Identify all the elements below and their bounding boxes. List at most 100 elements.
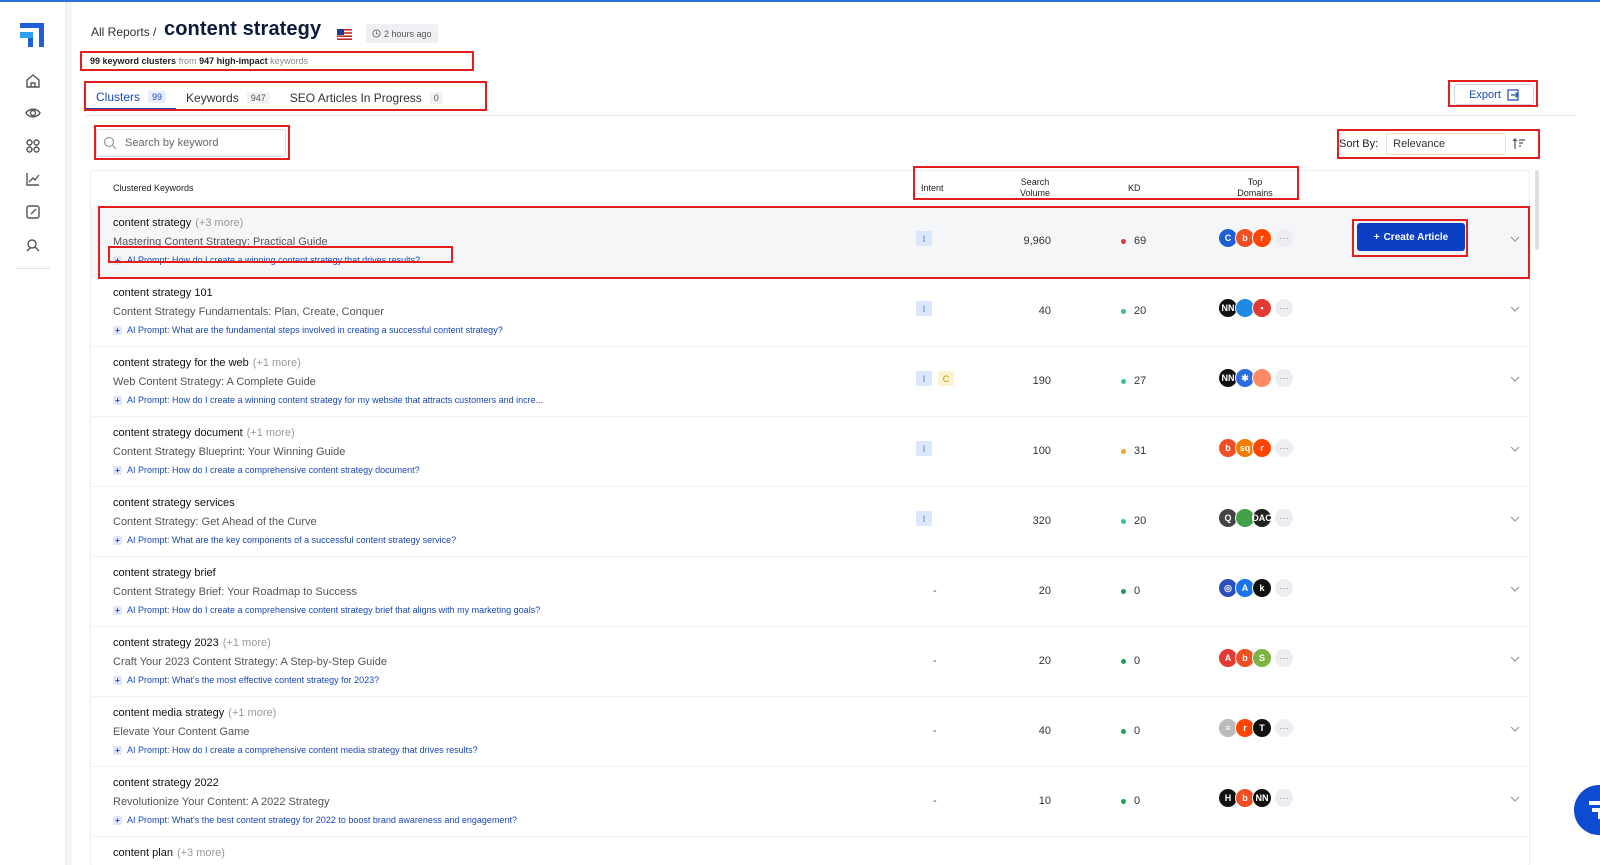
cluster-keyword[interactable]: content strategy 2023 (+1 more) [113, 637, 271, 649]
col-kd[interactable]: KD [1128, 183, 1141, 194]
cluster-keyword[interactable]: content strategy services [113, 497, 239, 509]
cluster-keyword[interactable]: content strategy 101 [113, 287, 217, 299]
table-row[interactable]: content media strategy (+1 more) Elevate Y… [91, 697, 1529, 767]
ai-prompt[interactable]: + AI Prompt: How do I create a comprehens… [113, 465, 420, 475]
sort-order-icon[interactable] [1512, 137, 1526, 151]
grid-icon[interactable] [24, 137, 42, 155]
plus-icon: + [113, 395, 122, 405]
domain-icon[interactable]: DAC [1252, 508, 1272, 528]
cluster-keyword[interactable]: content strategy document (+1 more) [113, 427, 295, 439]
kd-dot [1121, 518, 1126, 524]
expand-chevron-icon[interactable] [1509, 652, 1521, 664]
ai-prompt-text: AI Prompt: How do I create a winning con… [127, 255, 421, 265]
chart-icon[interactable] [24, 170, 42, 188]
more-domains-button[interactable]: ··· [1275, 789, 1293, 807]
tab-keywords[interactable]: Keywords 947 [176, 84, 280, 110]
col-top-domains-line1: Top [1247, 177, 1263, 187]
expand-chevron-icon[interactable] [1509, 792, 1521, 804]
cluster-keyword[interactable]: content strategy for the web (+1 more) [113, 357, 301, 369]
table-row[interactable]: content strategy services Content Strateg… [91, 487, 1529, 557]
col-top-domains[interactable]: Top Domains [1233, 177, 1277, 199]
intent-badges: I [916, 511, 932, 526]
plus-icon: + [113, 465, 122, 475]
ai-prompt[interactable]: + AI Prompt: What are the fundamental ste… [113, 325, 503, 335]
keyword-text: content strategy 2023 [113, 637, 219, 649]
table-row[interactable]: content strategy brief Content Strategy B… [91, 557, 1529, 627]
breadcrumb-link[interactable]: All Reports / [91, 25, 156, 39]
app-logo[interactable] [20, 23, 44, 47]
keyword-difficulty: 69 [1121, 235, 1161, 247]
ai-prompt[interactable]: + AI Prompt: How do I create a comprehens… [113, 745, 478, 755]
cluster-keyword[interactable]: content strategy (+3 more) [113, 217, 243, 229]
col-search-volume[interactable]: Search Volume [1015, 177, 1055, 199]
more-domains-button[interactable]: ··· [1275, 649, 1293, 667]
export-button[interactable]: Export [1454, 84, 1534, 105]
domain-icon[interactable]: NN [1252, 788, 1272, 808]
table-row[interactable]: content strategy document (+1 more) Conten… [91, 417, 1529, 487]
updated-text: 2 hours ago [384, 28, 432, 39]
ai-prompt[interactable]: + AI Prompt: How do I create a winning co… [113, 395, 543, 405]
domain-icon[interactable]: k [1252, 578, 1272, 598]
more-keywords[interactable]: (+3 more) [195, 217, 243, 229]
home-icon[interactable] [24, 72, 42, 90]
ai-prompt[interactable]: + AI Prompt: What's the most effective co… [113, 675, 379, 685]
expand-chevron-icon[interactable] [1509, 302, 1521, 314]
more-keywords[interactable]: (+3 more) [177, 847, 225, 859]
table-row[interactable]: content strategy for the web (+1 more) Web… [91, 347, 1529, 417]
more-keywords[interactable]: (+1 more) [223, 637, 271, 649]
more-domains-button[interactable]: ··· [1275, 719, 1293, 737]
more-keywords[interactable]: (+1 more) [247, 427, 295, 439]
more-domains-button[interactable]: ··· [1275, 229, 1293, 247]
domain-icon[interactable]: T [1252, 718, 1272, 738]
domain-icon[interactable]: r [1252, 438, 1272, 458]
more-domains-button[interactable]: ··· [1275, 509, 1293, 527]
scrollbar[interactable] [1535, 170, 1539, 250]
help-launcher-button[interactable] [1574, 785, 1600, 835]
table-row[interactable]: content strategy 2022 Revolutionize Your … [91, 767, 1529, 837]
eye-icon[interactable] [24, 104, 42, 122]
table-row[interactable]: content strategy 101 Content Strategy Fun… [91, 277, 1529, 347]
tab-count: 0 [429, 92, 443, 104]
col-intent[interactable]: Intent [921, 183, 944, 194]
expand-chevron-icon[interactable] [1509, 512, 1521, 524]
table-row[interactable]: content strategy 2023 (+1 more) Craft Your… [91, 627, 1529, 697]
intent-badge: I [916, 301, 932, 316]
edit-icon[interactable] [24, 203, 42, 221]
research-icon[interactable] [24, 236, 42, 254]
table-row[interactable]: content strategy (+3 more) Mastering Conte… [91, 207, 1529, 277]
ai-prompt[interactable]: + AI Prompt: How do I create a comprehens… [113, 605, 540, 615]
cluster-keyword[interactable]: content strategy 2022 [113, 777, 223, 789]
search-box[interactable] [96, 129, 286, 157]
domain-icon[interactable] [1252, 368, 1272, 388]
ai-prompt[interactable]: + AI Prompt: What are the key components … [113, 535, 456, 545]
breadcrumb[interactable]: All Reports / [91, 25, 156, 39]
more-domains-button[interactable]: ··· [1275, 439, 1293, 457]
more-keywords[interactable]: (+1 more) [253, 357, 301, 369]
keyword-difficulty: 0 [1121, 795, 1161, 807]
search-input[interactable] [125, 137, 275, 149]
domain-icon[interactable]: • [1252, 298, 1272, 318]
expand-chevron-icon[interactable] [1509, 232, 1521, 244]
expand-chevron-icon[interactable] [1509, 442, 1521, 454]
table-row[interactable]: content plan (+3 more) [91, 837, 1529, 865]
create-article-button[interactable]: + Create Article [1357, 223, 1465, 251]
tab-clusters[interactable]: Clusters 99 [86, 84, 177, 110]
cluster-keyword[interactable]: content strategy brief [113, 567, 220, 579]
tab-seo-articles[interactable]: SEO Articles In Progress 0 [280, 84, 453, 110]
more-keywords[interactable]: (+1 more) [228, 707, 276, 719]
more-domains-button[interactable]: ··· [1275, 579, 1293, 597]
domain-icon[interactable]: r [1252, 228, 1272, 248]
tab-count: 99 [148, 91, 167, 103]
cluster-keyword[interactable]: content media strategy (+1 more) [113, 707, 276, 719]
expand-chevron-icon[interactable] [1509, 372, 1521, 384]
sort-select[interactable]: Relevance [1386, 133, 1507, 155]
ai-prompt[interactable]: + AI Prompt: What's the best content stra… [113, 815, 517, 825]
col-clustered-keywords[interactable]: Clustered Keywords [113, 183, 194, 194]
expand-chevron-icon[interactable] [1509, 582, 1521, 594]
expand-chevron-icon[interactable] [1509, 722, 1521, 734]
more-domains-button[interactable]: ··· [1275, 369, 1293, 387]
domain-icon[interactable]: S [1252, 648, 1272, 668]
ai-prompt[interactable]: + AI Prompt: How do I create a winning co… [113, 255, 420, 265]
cluster-keyword[interactable]: content plan (+3 more) [113, 847, 225, 859]
more-domains-button[interactable]: ··· [1275, 299, 1293, 317]
